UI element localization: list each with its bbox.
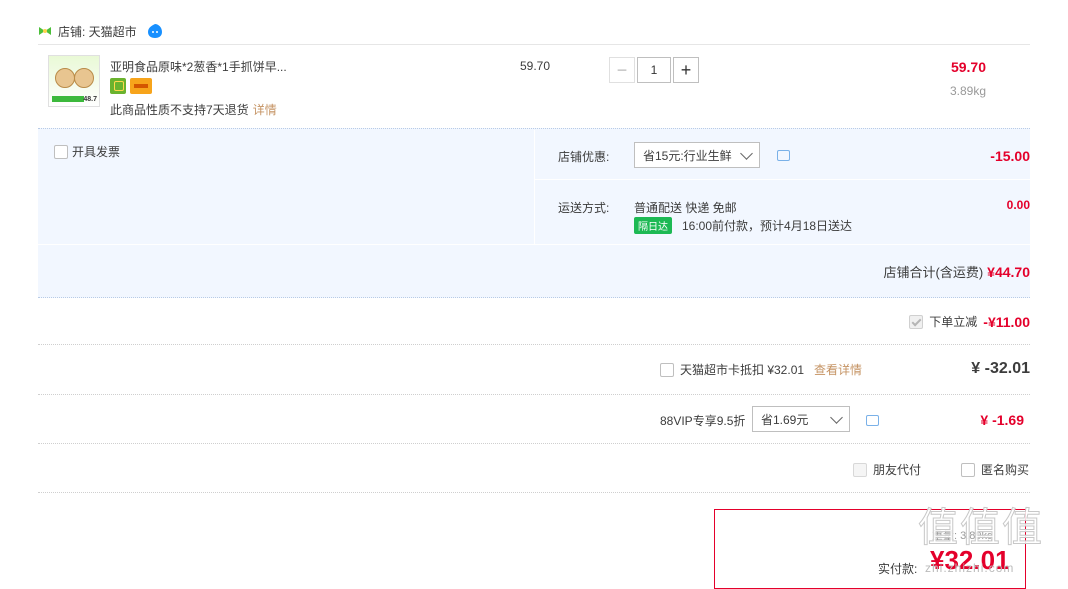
invoice-checkbox[interactable] bbox=[54, 144, 68, 159]
shop-promo-selected: 省15元:行业生鲜 bbox=[643, 148, 732, 163]
shop-promo-amount: -15.00 bbox=[990, 148, 1030, 164]
guarantee-badge-icon bbox=[110, 78, 126, 94]
details-link[interactable]: 详情 bbox=[253, 103, 277, 117]
vip-discount-select[interactable]: 省1.69元 bbox=[752, 406, 850, 432]
shop-total-value: ¥44.70 bbox=[987, 264, 1030, 280]
shipping-eta-text: 16:00前付款，预计4月18日送达 bbox=[682, 219, 853, 233]
cart-item-row: 48.7 亚明食品原味*2葱香*1手抓饼早... 此商品性质不支持7天退货 详情 … bbox=[38, 44, 1030, 127]
shipping-amount: 0.00 bbox=[1006, 198, 1030, 212]
message-icon[interactable] bbox=[777, 150, 790, 161]
store-card-amount: ¥ -32.01 bbox=[971, 360, 1030, 377]
invoice-label: 开具发票 bbox=[72, 145, 121, 159]
chevron-down-icon bbox=[740, 146, 753, 160]
vip-discount-label: 88VIP专享9.5折 bbox=[660, 414, 746, 428]
instant-discount-label: 下单立减 bbox=[929, 315, 978, 329]
instant-discount-row: 下单立减 -¥11.00 bbox=[909, 313, 1030, 330]
divider bbox=[38, 244, 1030, 245]
credit-card-badge-icon bbox=[130, 78, 152, 94]
anonymous-label: 匿名购买 bbox=[981, 463, 1030, 477]
unit-price: 59.70 bbox=[520, 59, 551, 73]
instant-discount-checkbox[interactable] bbox=[909, 314, 924, 329]
shop-promo-label: 店铺优惠: bbox=[558, 150, 610, 164]
store-card-label: 天猫超市卡抵扣 ¥32.01 bbox=[680, 363, 805, 377]
service-badges bbox=[110, 78, 152, 94]
anonymous-option[interactable]: 匿名购买 bbox=[961, 461, 1029, 478]
pay-for-me-checkbox[interactable] bbox=[853, 462, 867, 477]
pay-for-me-option[interactable]: 朋友代付 bbox=[853, 461, 921, 478]
product-title[interactable]: 亚明食品原味*2葱香*1手抓饼早... bbox=[110, 58, 287, 75]
chevron-down-icon bbox=[830, 410, 843, 424]
watermark: 值值值 bbox=[918, 505, 1044, 552]
shipping-method: 普通配送 快递 免邮 bbox=[634, 201, 737, 215]
divider bbox=[534, 130, 535, 244]
divider bbox=[38, 492, 1030, 493]
divider bbox=[535, 179, 1030, 180]
invoice-option[interactable]: 开具发票 bbox=[54, 143, 120, 160]
shipping-label: 运送方式: bbox=[558, 201, 610, 215]
watermark-url: zhi.zhizhi.com bbox=[925, 561, 1015, 575]
quantity-stepper: − + bbox=[609, 57, 699, 83]
pay-for-me-label: 朋友代付 bbox=[873, 463, 922, 477]
instant-discount-value: -¥11.00 bbox=[983, 313, 1030, 330]
no-return-notice: 此商品性质不支持7天退货 详情 bbox=[110, 103, 277, 117]
item-weight: 3.89kg bbox=[949, 84, 986, 98]
quantity-increase-button[interactable]: + bbox=[673, 57, 699, 83]
store-card-checkbox[interactable] bbox=[660, 362, 674, 377]
shop-header: 店铺: 天猫超市 bbox=[38, 20, 163, 42]
vip-discount-selected: 省1.69元 bbox=[761, 412, 809, 427]
shop-total: 店铺合计(含运费) ¥44.70 bbox=[884, 262, 1031, 281]
shop-total-label: 店铺合计(含运费) bbox=[883, 265, 984, 280]
divider bbox=[38, 344, 1030, 345]
divider bbox=[38, 443, 1030, 444]
anonymous-checkbox[interactable] bbox=[961, 462, 975, 477]
quantity-input[interactable] bbox=[637, 57, 671, 83]
shop-promo-select[interactable]: 省15元:行业生鲜 bbox=[634, 142, 760, 168]
item-subtotal: 59.70 bbox=[950, 59, 986, 75]
shop-name[interactable]: 店铺: 天猫超市 bbox=[58, 23, 137, 40]
shipping-eta: 隔日达 16:00前付款，预计4月18日送达 bbox=[634, 217, 852, 234]
shop-icon bbox=[39, 27, 51, 35]
product-thumbnail[interactable]: 48.7 bbox=[48, 55, 100, 107]
quantity-decrease-button[interactable]: − bbox=[609, 57, 635, 83]
vip-discount-amount: ¥ -1.69 bbox=[980, 412, 1024, 428]
store-card-details-link[interactable]: 查看详情 bbox=[814, 361, 862, 378]
divider bbox=[38, 394, 1030, 395]
next-day-badge: 隔日达 bbox=[634, 217, 672, 234]
wangwang-chat-icon[interactable] bbox=[147, 23, 163, 39]
store-card-row: 天猫超市卡抵扣 ¥32.01 查看详情 bbox=[660, 361, 862, 378]
payment-label: 实付款: bbox=[878, 562, 918, 576]
message-icon[interactable] bbox=[866, 415, 879, 426]
